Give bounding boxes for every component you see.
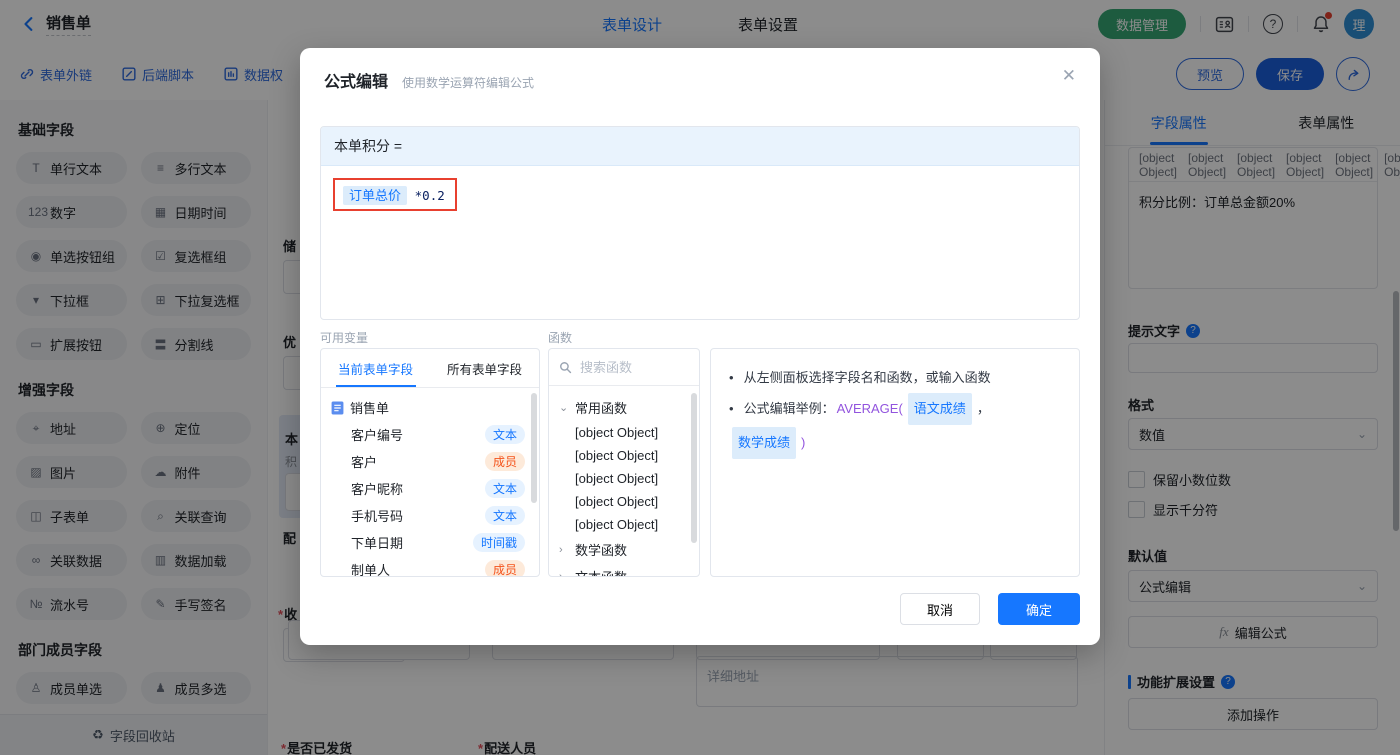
variable-field-name: 客户编号 xyxy=(351,428,404,443)
field-type-badge: 成员 xyxy=(484,560,525,576)
bullet: • xyxy=(729,401,734,416)
variable-field-name: 制单人 xyxy=(351,563,391,577)
function-item[interactable]: [object Object] xyxy=(549,490,699,513)
formula-help-panel: • 从左侧面板选择字段名和函数，或输入函数 • 公式编辑举例： AVERAGE(… xyxy=(710,348,1080,577)
function-close-paren: ) xyxy=(801,435,806,450)
variable-field-row[interactable]: 客户编号 文本 xyxy=(321,421,539,448)
function-group: › 文本函数 xyxy=(549,563,699,577)
confirm-button[interactable]: 确定 xyxy=(998,593,1080,625)
variable-field-name: 客户昵称 xyxy=(351,482,404,497)
formula-field-chip[interactable]: 订单总价 xyxy=(343,186,408,205)
field-type-badge: 文本 xyxy=(484,425,525,444)
formula-expression[interactable]: *0.2 xyxy=(415,188,445,203)
help-line-2: • 公式编辑举例： AVERAGE( 语文成绩 ， 数学成绩 ) xyxy=(729,393,1061,459)
annotation-box: 订单总价 *0.2 xyxy=(333,178,457,211)
variable-field-name: 下单日期 xyxy=(351,536,404,551)
formula-target: 本单积分 = xyxy=(321,127,1079,166)
help-line-1: • 从左侧面板选择字段名和函数，或输入函数 xyxy=(729,363,1061,393)
formula-editor-modal: 公式编辑 使用数学运算符编辑公式 ✕ 本单积分 = 订单总价 *0.2 可用变量… xyxy=(300,48,1100,645)
caret-icon: ⌄ xyxy=(559,402,569,414)
function-group-label: 常用函数 xyxy=(575,401,628,416)
variable-field-name: 手机号码 xyxy=(351,509,404,524)
function-item[interactable]: [object Object] xyxy=(549,421,699,444)
field-type-badge: 文本 xyxy=(484,506,525,525)
form-doc-icon xyxy=(331,401,344,414)
function-group-row[interactable]: › 文本函数 xyxy=(549,563,699,577)
variables-panel: 当前表单字段 所有表单字段 销售单 客户编号 文本 客户 成员 客户昵称 文本 … xyxy=(320,348,540,577)
form-designer-app: 销售单 表单设计 表单设置 数据管理 ? 理 表单外链 后端脚本 数据权 预览 … xyxy=(0,0,1400,755)
variable-field-row[interactable]: 制单人 成员 xyxy=(321,556,539,577)
variable-field-row[interactable]: 客户 成员 xyxy=(321,448,539,475)
form-node-label: 销售单 xyxy=(350,401,390,416)
functions-label: 函数 xyxy=(548,331,573,345)
function-group-row[interactable]: ⌄ 常用函数 xyxy=(549,394,699,421)
functions-panel: ⌄ 常用函数 [object Object] [object Object] [… xyxy=(548,348,700,577)
close-icon[interactable]: ✕ xyxy=(1062,66,1076,86)
variable-field-row[interactable]: 下单日期 时间戳 xyxy=(321,529,539,556)
function-item[interactable]: [object Object] xyxy=(549,513,699,536)
variables-label: 可用变量 xyxy=(320,331,369,345)
field-type-badge: 文本 xyxy=(484,479,525,498)
function-group-label: 数学函数 xyxy=(575,543,628,558)
variable-field-row[interactable]: 客户昵称 文本 xyxy=(321,475,539,502)
variables-scrollbar[interactable] xyxy=(531,393,537,503)
function-item[interactable]: [object Object] xyxy=(549,444,699,467)
field-type-badge: 成员 xyxy=(484,452,525,471)
modal-title: 公式编辑 xyxy=(324,74,389,91)
caret-icon: › xyxy=(559,570,563,577)
function-search-input[interactable] xyxy=(578,358,682,376)
function-group: › 数学函数 xyxy=(549,536,699,563)
function-group-label: 文本函数 xyxy=(575,567,627,576)
function-item[interactable]: [object Object] xyxy=(549,467,699,490)
functions-scrollbar[interactable] xyxy=(691,393,697,543)
variable-field-name: 客户 xyxy=(351,455,378,470)
function-group: ⌄ 常用函数 [object Object] [object Object] [… xyxy=(549,394,699,536)
cancel-button[interactable]: 取消 xyxy=(900,593,980,625)
variable-field-row[interactable]: 手机号码 文本 xyxy=(321,502,539,529)
form-node[interactable]: 销售单 xyxy=(321,394,539,421)
bullet: • xyxy=(729,370,734,385)
search-icon xyxy=(560,361,572,373)
modal-subtitle: 使用数学运算符编辑公式 xyxy=(402,76,535,90)
caret-icon: › xyxy=(559,543,563,556)
example-field-chip: 语文成绩 xyxy=(907,393,972,425)
formula-editor[interactable]: 本单积分 = 订单总价 *0.2 xyxy=(320,126,1080,320)
field-type-badge: 时间戳 xyxy=(472,533,525,552)
tab-all-form-fields[interactable]: 所有表单字段 xyxy=(430,349,539,387)
function-group-row[interactable]: › 数学函数 xyxy=(549,536,699,563)
function-name-example: AVERAGE( xyxy=(836,401,903,416)
example-field-chip: 数学成绩 xyxy=(732,427,797,459)
tab-current-form-fields[interactable]: 当前表单字段 xyxy=(321,349,430,387)
